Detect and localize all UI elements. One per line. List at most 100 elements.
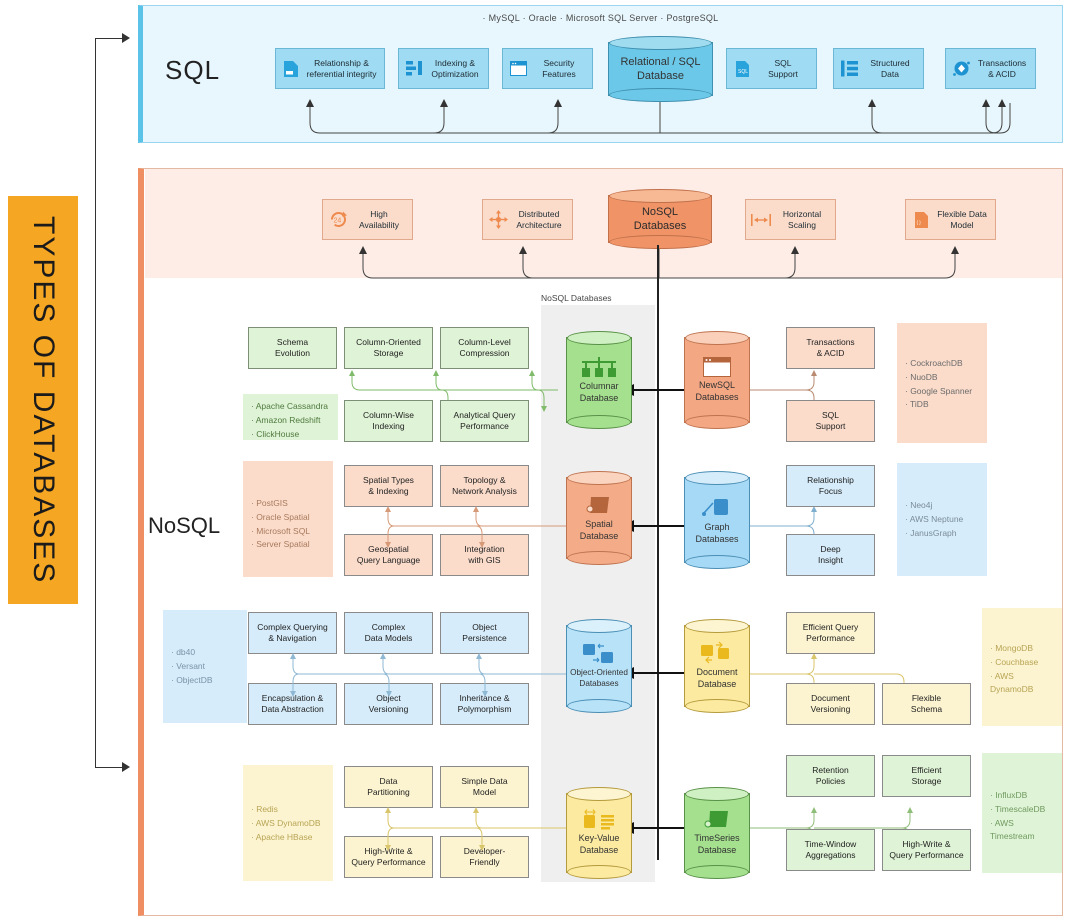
nosql-center-line2: Databases xyxy=(633,220,687,232)
row-2-left-top-box-1[interactable]: Complex Data Models xyxy=(344,612,433,654)
row-1-left-database[interactable]: Spatial Database xyxy=(566,471,632,565)
sql-feature-3[interactable]: SQL SQL Support xyxy=(726,48,817,89)
nosql-feature-0[interactable]: 24 High Availability xyxy=(322,199,413,240)
sql-feature-5-line2: & ACID xyxy=(988,68,1016,79)
row-0-left-bottom-box-1[interactable]: Analytical Query Performance xyxy=(440,400,529,442)
sql-feature-0[interactable]: Relationship & referential integrity xyxy=(275,48,385,89)
cylinder-top-icon xyxy=(685,471,749,485)
nosql-center-line1: NoSQL xyxy=(641,205,679,218)
row-3-right-bottom-box-1[interactable]: High-Write & Query Performance xyxy=(882,829,971,871)
row-2-left-top-box-0[interactable]: Complex Querying & Navigation xyxy=(248,612,337,654)
row-0-left-top-box-2[interactable]: Column-Level Compression xyxy=(440,327,529,369)
nosql-feature-1[interactable]: Distributed Architecture xyxy=(482,199,573,240)
nosql-feature-3[interactable]: { } Flexible Data Model xyxy=(905,199,996,240)
row-3-left-vendors: · Redis · AWS DynamoDB · Apache HBase xyxy=(243,765,333,881)
row-2-right-database[interactable]: Document Database xyxy=(684,619,750,713)
row-1-right-bottom-box-0[interactable]: Deep Insight xyxy=(786,534,875,576)
diagram-canvas: TYPES OF DATABASES · MySQL · Oracle · Mi… xyxy=(0,0,1080,924)
nosql-feature-2[interactable]: Horizontal Scaling xyxy=(745,199,836,240)
cylinder-top-icon xyxy=(685,619,749,633)
sql-section-label: SQL xyxy=(165,55,221,85)
svg-text:24: 24 xyxy=(333,218,341,225)
row-0-left-bottom-box-0[interactable]: Column-Wise Indexing xyxy=(344,400,433,442)
sql-feature-1[interactable]: Indexing & Optimization xyxy=(398,48,489,89)
document-icon xyxy=(282,60,300,78)
bar-list-icon xyxy=(405,60,423,78)
sql-center-line2: Database xyxy=(636,70,685,82)
row-1-right-vendors: · Neo4j · AWS Neptune · JanusGraph xyxy=(897,463,987,576)
cylinder-bottom-icon xyxy=(567,865,631,879)
sql-feature-1-line2: Optimization xyxy=(431,68,479,79)
sql-feature-2[interactable]: Security Features xyxy=(502,48,593,89)
sql-feature-3-line2: Support xyxy=(768,68,798,79)
row-0-left-top-box-1[interactable]: Column-Oriented Storage xyxy=(344,327,433,369)
sql-feature-4[interactable]: Structured Data xyxy=(833,48,924,89)
row-0-right-database[interactable]: NewSQL Databases xyxy=(684,331,750,429)
sql-vendor-list: · MySQL · Oracle · Microsoft SQL Server … xyxy=(482,13,719,23)
objects-icon xyxy=(583,643,613,664)
connector-vertical xyxy=(95,38,96,768)
sql-connector-lines-right xyxy=(659,85,1006,134)
nosql-spine-line xyxy=(657,245,659,860)
nosql-feature-1-line2: Architecture xyxy=(516,219,562,230)
window-icon xyxy=(509,60,527,78)
row-1-right-top-box-0[interactable]: Relationship Focus xyxy=(786,465,875,507)
cylinder-bottom-icon xyxy=(609,88,712,102)
sql-feature-3-line1: SQL xyxy=(774,57,792,68)
documents-icon xyxy=(701,641,729,664)
cylinder-top-icon xyxy=(685,787,749,801)
flexible-file-icon: { } xyxy=(912,211,930,229)
row-3-right-vendors: · InfluxDB · TimescaleDB · AWS Timestrea… xyxy=(982,753,1062,873)
row-1-right-database[interactable]: Graph Databases xyxy=(684,471,750,569)
window-icon xyxy=(703,356,731,377)
sql-file-icon: SQL xyxy=(733,60,751,78)
nosql-feature-0-line2: Availability xyxy=(358,219,399,230)
nosql-feature-0-line1: High xyxy=(370,208,388,219)
diamond-node-icon xyxy=(952,60,970,78)
row-3-right-database[interactable]: TimeSeries Database xyxy=(684,787,750,879)
row-3-left-database[interactable]: Key-Value Database xyxy=(566,787,632,879)
row-2-right-top-box-0[interactable]: Efficient Query Performance xyxy=(786,612,875,654)
row-1-left-connectors xyxy=(385,506,566,548)
row-1-left-top-box-0[interactable]: Spatial Types & Indexing xyxy=(344,465,433,507)
cylinder-top-icon xyxy=(609,36,712,50)
row-1-left-vendors: · PostGIS · Oracle Spatial · Microsoft S… xyxy=(243,461,333,577)
row-0-right-top-box-0[interactable]: Transactions & ACID xyxy=(786,327,875,369)
arrow-head-sql-icon xyxy=(122,33,130,43)
cylinder-top-icon xyxy=(567,619,631,633)
row-2-left-top-box-2[interactable]: Object Persistence xyxy=(440,612,529,654)
connector-to-sql xyxy=(95,38,123,39)
row-0-right-bottom-box-0[interactable]: SQL Support xyxy=(786,400,875,442)
cylinder-bottom-icon xyxy=(685,415,749,429)
arrow-head-nosql-icon xyxy=(122,762,130,772)
cylinder-bottom-icon xyxy=(609,235,711,249)
row-3-right-top-box-1[interactable]: Efficient Storage xyxy=(882,755,971,797)
row-3-left-top-box-0[interactable]: Data Partitioning xyxy=(344,766,433,808)
row-0-left-database[interactable]: Columnar Database xyxy=(566,331,632,429)
nosql-center-database[interactable]: NoSQL Databases xyxy=(608,189,712,249)
row-0-right-vendors: · CockroachDB · NuoDB · Google Spanner ·… xyxy=(897,323,987,443)
svg-text:SQL: SQL xyxy=(738,69,748,75)
row-1-left-top-box-1[interactable]: Topology & Network Analysis xyxy=(440,465,529,507)
sql-feature-2-line2: Features xyxy=(542,68,576,79)
cylinder-top-icon xyxy=(567,471,631,485)
row-3-left-top-box-1[interactable]: Simple Data Model xyxy=(440,766,529,808)
row-0-left-top-box-0[interactable]: Schema Evolution xyxy=(248,327,337,369)
row-2-left-database[interactable]: Object-Oriented Databases xyxy=(566,619,632,713)
key-value-icon xyxy=(584,809,614,830)
page-title: TYPES OF DATABASES xyxy=(27,215,60,585)
sql-feature-1-line1: Indexing & xyxy=(434,57,476,68)
cylinder-bottom-icon xyxy=(685,555,749,569)
timeseries-icon xyxy=(704,811,728,828)
sql-center-database[interactable]: Relational / SQL Database xyxy=(608,36,713,102)
sql-feature-5[interactable]: Transactions & ACID xyxy=(945,48,1036,89)
row-2-right-bottom-box-1[interactable]: Flexible Schema xyxy=(882,683,971,725)
row-3-right-top-box-0[interactable]: Retention Policies xyxy=(786,755,875,797)
cylinder-bottom-icon xyxy=(567,551,631,565)
column-tree-icon xyxy=(582,356,616,377)
row-2-right-bottom-box-0[interactable]: Document Versioning xyxy=(786,683,875,725)
row-2-right-vendors: · MongoDB · Couchbase · AWS DynamoDB xyxy=(982,608,1062,726)
row-2-left-connectors xyxy=(290,653,566,697)
cylinder-bottom-icon xyxy=(567,699,631,713)
row-3-right-bottom-box-0[interactable]: Time-Window Aggregations xyxy=(786,829,875,871)
